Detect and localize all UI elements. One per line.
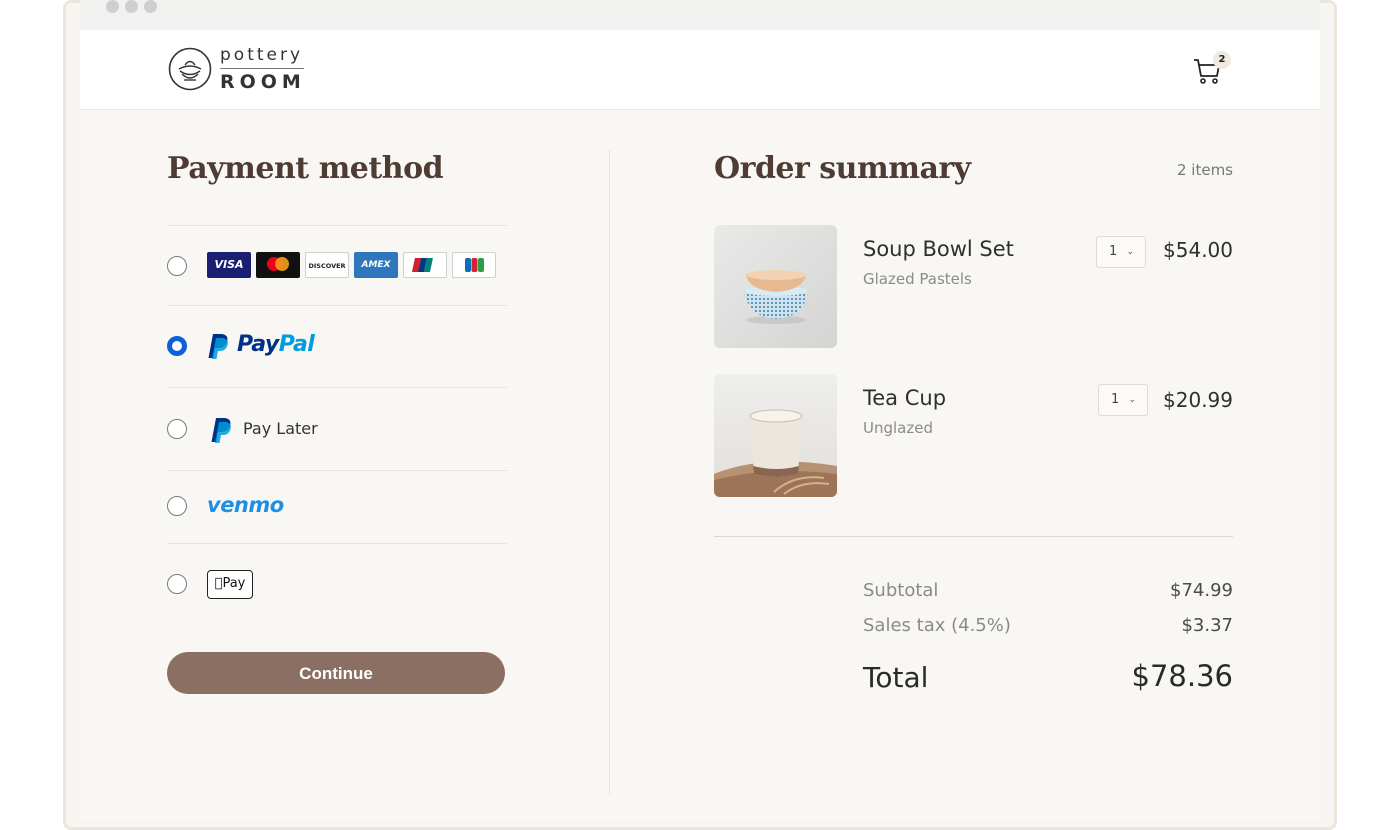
column-divider — [609, 150, 610, 795]
logo-wordmark-bottom[interactable]: ROOM — [220, 71, 306, 93]
site-header — [80, 30, 1320, 110]
pay-later-label: Pay Later — [243, 419, 318, 438]
radio-cards[interactable] — [167, 256, 187, 276]
item-variant: Unglazed — [863, 419, 933, 437]
checkout-content — [80, 110, 1320, 820]
quantity-value: 1 — [1109, 244, 1118, 259]
radio-paypal[interactable] — [167, 336, 187, 356]
mastercard-icon — [256, 252, 300, 278]
payment-method-title: Payment method — [167, 151, 444, 186]
amex-card-icon: AMEX — [354, 252, 398, 278]
visa-card-icon: VISA — [207, 252, 251, 278]
soup-bowl-set-image[interactable] — [714, 225, 837, 348]
subtotal-value: $74.99 — [1170, 580, 1233, 601]
chevron-down-icon: ⌄ — [1128, 395, 1136, 405]
logo-rule — [220, 68, 304, 69]
quantity-select[interactable]: 1 ⌄ — [1096, 236, 1146, 268]
paypal-logo-icon — [211, 418, 231, 443]
sales-tax-value: $3.37 — [1181, 615, 1233, 636]
jcb-card-icon — [452, 252, 496, 278]
window-dot-minimize[interactable] — [125, 0, 138, 13]
order-summary-title: Order summary — [714, 151, 971, 186]
item-name: Soup Bowl Set — [863, 237, 1014, 261]
radio-apple-pay[interactable] — [167, 574, 187, 594]
item-count: 2 items — [1176, 161, 1233, 179]
item-name: Tea Cup — [863, 386, 947, 410]
subtotal-label: Subtotal — [863, 580, 939, 601]
apple-pay-label: Pay — [218, 576, 245, 591]
item-price: $20.99 — [1163, 388, 1233, 412]
cart-count-badge: 2 — [1213, 51, 1231, 69]
tea-cup-image[interactable] — [714, 374, 837, 497]
item-variant: Glazed Pastels — [863, 270, 972, 288]
apple-pay-badge: Pay — [207, 570, 253, 599]
logo-wordmark-top[interactable]: pottery — [220, 45, 303, 65]
window-chrome — [80, 0, 1320, 30]
item-price: $54.00 — [1163, 238, 1233, 262]
continue-button[interactable]: Continue — [167, 652, 505, 694]
quantity-select[interactable]: 1 ⌄ — [1098, 384, 1148, 416]
sales-tax-label: Sales tax (4.5%) — [863, 615, 1011, 636]
payment-divider — [167, 387, 507, 388]
radio-pay-later[interactable] — [167, 419, 187, 439]
total-label: Total — [863, 661, 929, 694]
total-value: $78.36 — [1131, 659, 1233, 693]
summary-divider — [714, 536, 1233, 537]
window-dot-close[interactable] — [106, 0, 119, 13]
pottery-logo-icon[interactable] — [168, 47, 212, 91]
radio-venmo[interactable] — [167, 496, 187, 516]
payment-divider — [167, 225, 507, 226]
chevron-down-icon: ⌄ — [1126, 247, 1134, 257]
unionpay-card-icon — [403, 252, 447, 278]
quantity-value: 1 — [1111, 392, 1120, 407]
window-dot-maximize[interactable] — [144, 0, 157, 13]
payment-divider — [167, 543, 507, 544]
payment-divider — [167, 470, 507, 471]
venmo-logo-label: venmo — [207, 493, 284, 517]
discover-card-icon: DISCOVER — [305, 252, 349, 278]
payment-divider — [167, 305, 507, 306]
paypal-logo-icon — [208, 334, 228, 359]
paypal-label: PayPal — [237, 332, 315, 357]
